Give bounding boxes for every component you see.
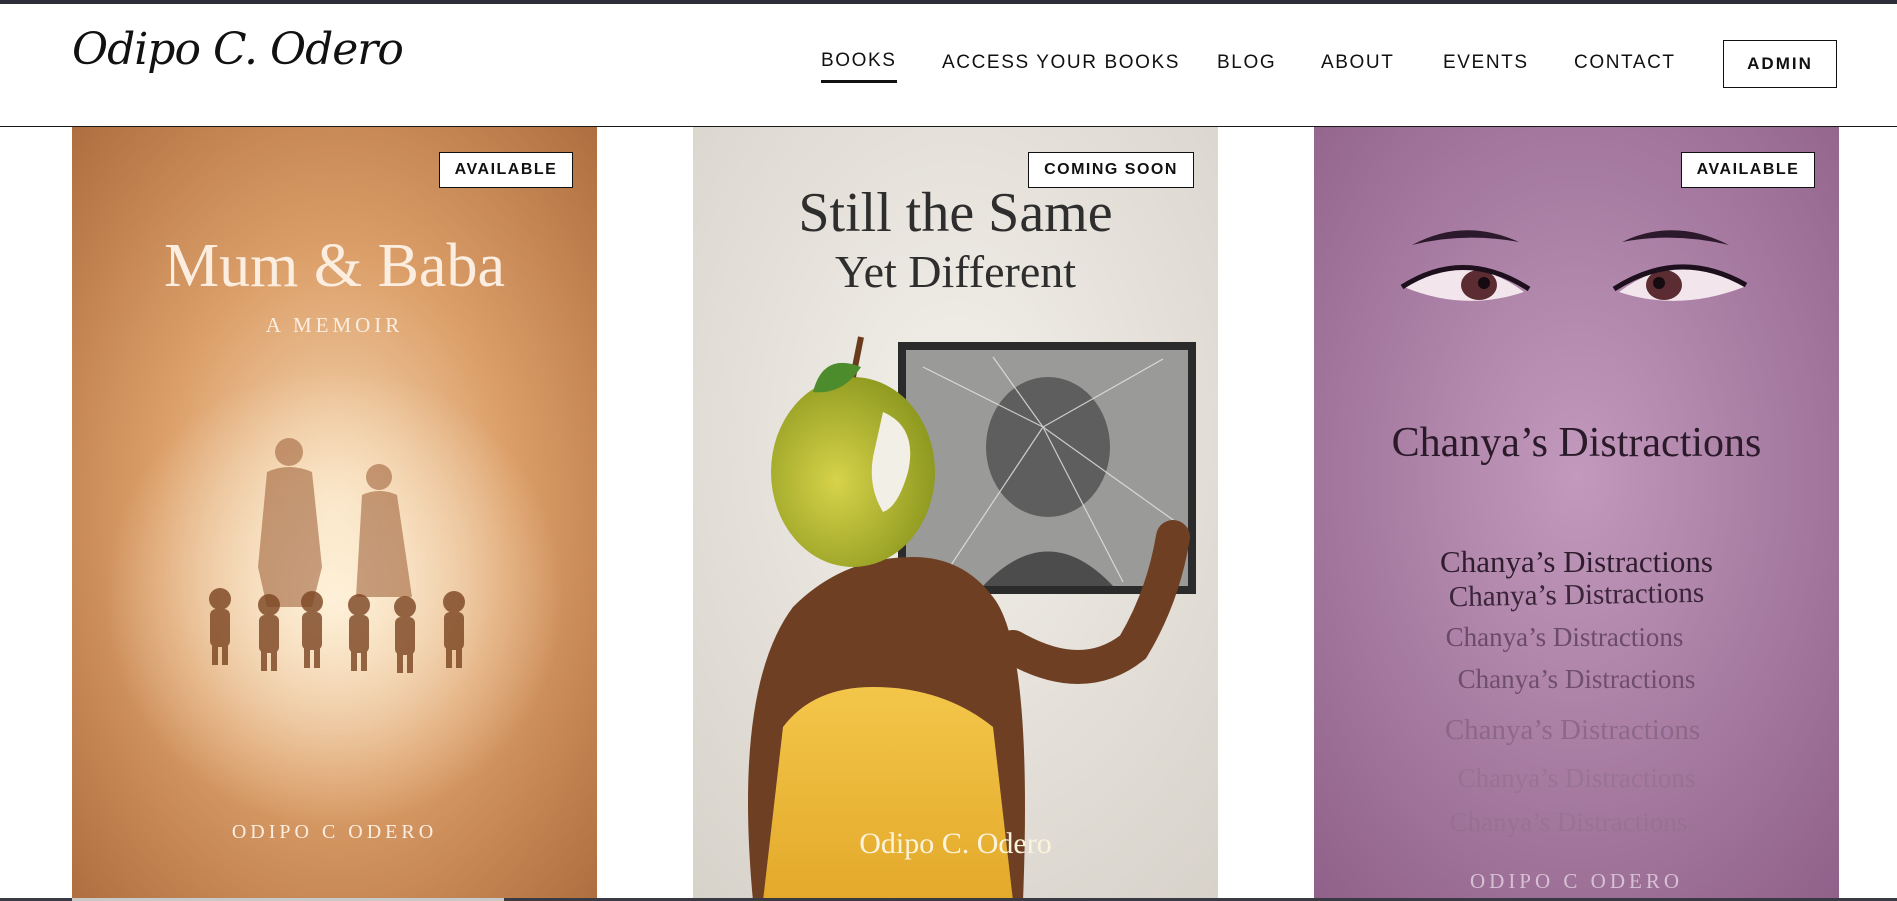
status-badge: AVAILABLE (439, 152, 573, 188)
repeat-text: Chanya’s Distractions (1445, 622, 1684, 652)
repeat-text: Chanya’s Distractions (1449, 807, 1688, 837)
cover-title: Chanya’s Distractions (1391, 420, 1762, 466)
nav-blog[interactable]: BLOG (1217, 52, 1276, 74)
repeat-text: Chanya’s Distractions (1440, 544, 1713, 579)
book-card-chanyas-distractions[interactable]: AVAILABLE Chanya’s Distractions Chanya’s… (1314, 127, 1839, 901)
cover-author: ODIPO C ODERO (1469, 869, 1683, 893)
cover-title: Mum & Baba (164, 232, 505, 300)
cover-subtitle: A MEMOIR (265, 313, 404, 337)
nav-access-your-books[interactable]: ACCESS YOUR BOOKS (942, 52, 1180, 74)
cover-author: Odipo C. Odero (859, 827, 1052, 860)
repeat-text: Chanya’s Distractions (1444, 714, 1701, 746)
nav-events[interactable]: EVENTS (1443, 52, 1529, 74)
site-logo[interactable]: Odipo C. Odero (72, 24, 404, 75)
book-card-mum-baba[interactable]: AVAILABLE Mum & Baba A MEMOIR ODIPO C OD… (72, 127, 597, 901)
cover-author: ODIPO C ODERO (231, 821, 438, 843)
cover-title-line1: Still the Same (798, 182, 1113, 244)
site-header: Odipo C. Odero BOOKS ACCESS YOUR BOOKS B… (0, 4, 1897, 127)
book-card-still-the-same[interactable]: COMING SOON Still the Same Yet Different… (693, 127, 1218, 901)
nav-contact[interactable]: CONTACT (1574, 52, 1676, 74)
status-badge: COMING SOON (1028, 152, 1194, 188)
repeat-text: Chanya’s Distractions (1457, 664, 1696, 694)
status-badge: AVAILABLE (1681, 152, 1815, 188)
admin-button[interactable]: ADMIN (1723, 40, 1837, 88)
cover-title-line2: Yet Different (834, 246, 1077, 297)
nav-books[interactable]: BOOKS (821, 50, 897, 83)
nav-about[interactable]: ABOUT (1321, 52, 1394, 74)
repeat-text: Chanya’s Distractions (1457, 763, 1696, 793)
